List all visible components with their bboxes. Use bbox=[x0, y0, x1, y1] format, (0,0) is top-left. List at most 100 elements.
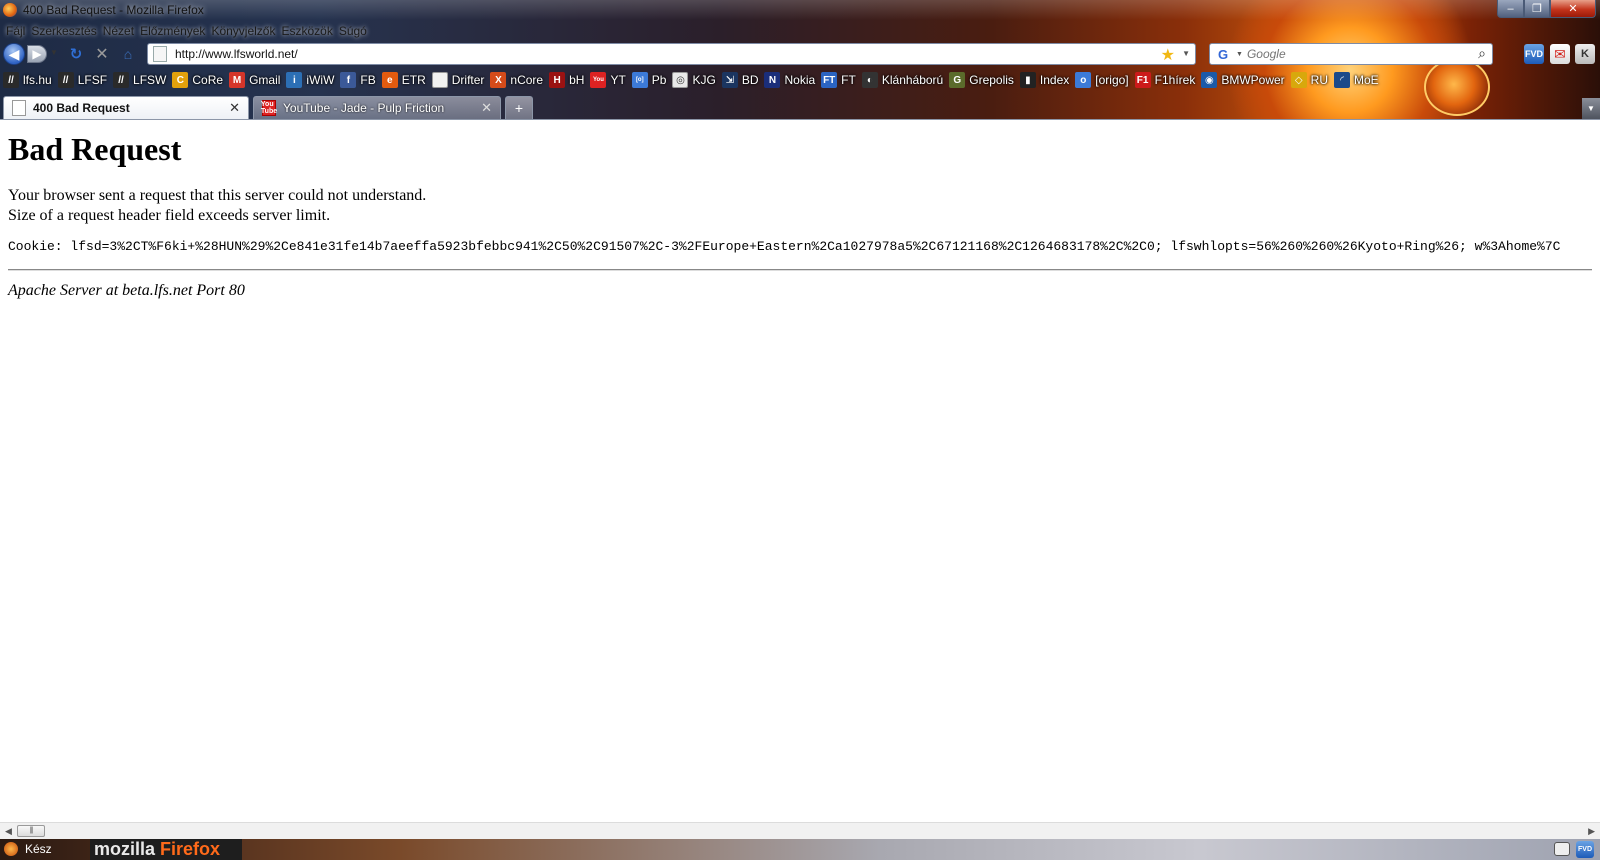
list-all-tabs-icon[interactable]: ▼ bbox=[1582, 98, 1600, 119]
close-window-button[interactable]: ✕ bbox=[1550, 0, 1596, 18]
menu-help[interactable]: Súgó bbox=[339, 24, 367, 38]
bookmark-ft[interactable]: FT FT bbox=[821, 72, 856, 88]
nokia-icon: N bbox=[764, 72, 781, 88]
scroll-left-icon[interactable]: ◀ bbox=[5, 826, 12, 837]
bookmark-label: iWiW bbox=[306, 73, 335, 87]
bookmark-pb[interactable]: [o] Pb bbox=[631, 72, 667, 88]
scrollbar-thumb[interactable]: ||| bbox=[17, 825, 45, 837]
minimize-button[interactable]: – bbox=[1497, 0, 1524, 18]
menu-bookmarks[interactable]: Könyvjelzők bbox=[211, 24, 275, 38]
youtube-icon: You Tube bbox=[260, 100, 278, 116]
menu-history[interactable]: Előzmények bbox=[140, 24, 205, 38]
bookmark-origo[interactable]: o [origo] bbox=[1075, 72, 1129, 88]
horizontal-scrollbar[interactable]: ◀ ||| ▶ bbox=[0, 822, 1600, 839]
maximize-button[interactable]: ❐ bbox=[1524, 0, 1550, 18]
bmw-icon: ◉ bbox=[1201, 72, 1218, 88]
bookmark-label: YT bbox=[610, 73, 626, 87]
bookmark-lfsf[interactable]: //LFSF bbox=[57, 72, 108, 88]
moe-icon: ◜ bbox=[1334, 72, 1351, 88]
bookmark-label: bH bbox=[569, 73, 585, 87]
bookmark-moe[interactable]: ◜ MoE bbox=[1334, 72, 1379, 88]
bookmark-label: CoRe bbox=[192, 73, 224, 87]
k-extension-icon[interactable]: K bbox=[1575, 44, 1595, 64]
lfs-icon: // bbox=[3, 72, 19, 88]
search-magnifier-icon[interactable]: ⌕ bbox=[1478, 45, 1486, 62]
search-bar[interactable]: G ▼ ⌕ bbox=[1209, 43, 1493, 65]
bookmark-label: KJG bbox=[692, 73, 716, 87]
bh-icon: H bbox=[549, 72, 566, 88]
gmail-icon: M bbox=[229, 72, 246, 88]
bookmark-lfs-hu[interactable]: // lfs.hu bbox=[3, 72, 52, 88]
close-tab-icon[interactable]: ✕ bbox=[481, 100, 492, 116]
menu-view[interactable]: Nézet bbox=[103, 24, 134, 38]
fvd-status-icon[interactable]: FVD bbox=[1576, 841, 1594, 858]
youtube-icon: You bbox=[590, 72, 607, 88]
f1-icon: F1 bbox=[1134, 72, 1151, 88]
ru-icon: ◇ bbox=[1290, 72, 1307, 88]
menu-file[interactable]: Fájl bbox=[6, 24, 25, 38]
stop-icon[interactable]: ✕ bbox=[92, 44, 112, 64]
google-engine-icon[interactable]: G bbox=[1210, 44, 1236, 64]
bookmark-etr[interactable]: e ETR bbox=[381, 72, 426, 88]
bookmark-lfsw[interactable]: //LFSW bbox=[113, 72, 166, 88]
menu-edit[interactable]: Szerkesztés bbox=[31, 24, 96, 38]
origo-icon: o bbox=[1075, 72, 1092, 88]
bookmark-core[interactable]: C CoRe bbox=[172, 72, 223, 88]
bookmark-index[interactable]: ▮ Index bbox=[1019, 72, 1069, 88]
title-bar: 400 Bad Request - Mozilla Firefox – ❐ ✕ bbox=[0, 0, 1600, 20]
bookmark-star-icon[interactable]: ★ bbox=[1161, 45, 1175, 65]
server-address: Apache Server at beta.lfs.net Port 80 bbox=[8, 282, 245, 299]
grepolis-icon: G bbox=[949, 72, 966, 88]
bookmark-grepolis[interactable]: G Grepolis bbox=[949, 72, 1014, 88]
bd-icon: ⇲ bbox=[721, 72, 738, 88]
tab-bad-request[interactable]: 400 Bad Request ✕ bbox=[3, 96, 249, 119]
bookmark-label: FB bbox=[360, 73, 376, 87]
scroll-right-icon[interactable]: ▶ bbox=[1588, 826, 1595, 837]
forward-button[interactable]: ▶ bbox=[27, 45, 47, 63]
bookmark-f1h-rek[interactable]: F1 F1hírek bbox=[1134, 72, 1195, 88]
bookmark-label: Pb bbox=[651, 73, 667, 87]
new-tab-button[interactable]: + bbox=[505, 96, 533, 119]
bookmark-label: nCore bbox=[510, 73, 544, 87]
chat-icon[interactable] bbox=[1554, 842, 1570, 856]
bookmark-yt[interactable]: You YT bbox=[590, 72, 626, 88]
etr-icon: e bbox=[381, 72, 398, 88]
close-tab-icon[interactable]: ✕ bbox=[229, 100, 240, 116]
page-icon bbox=[431, 72, 448, 88]
brand-mozilla: mozilla bbox=[94, 839, 156, 859]
search-input[interactable] bbox=[1246, 47, 1467, 61]
bookmark-label: LFSF bbox=[77, 73, 108, 87]
url-history-dropdown-icon[interactable]: ▼ bbox=[1182, 49, 1190, 58]
menu-tools[interactable]: Eszközök bbox=[281, 24, 332, 38]
ft-icon: FT bbox=[821, 72, 838, 88]
back-button[interactable]: ◀ bbox=[3, 43, 25, 65]
url-input[interactable]: http://www.lfsworld.net/ bbox=[175, 47, 298, 61]
bookmark-nokia[interactable]: N Nokia bbox=[764, 72, 815, 88]
bookmark-label: MoE bbox=[1354, 73, 1379, 87]
page-favicon-icon bbox=[153, 46, 167, 62]
bookmark-bmwpower[interactable]: ◉ BMWPower bbox=[1201, 72, 1285, 88]
url-bar[interactable]: http://www.lfsworld.net/ ★ ▼ bbox=[147, 43, 1196, 65]
navigation-toolbar: ◀ ▶ ▼ ↻ ✕ ⌂ http://www.lfsworld.net/ ★ ▼… bbox=[0, 42, 1600, 66]
bookmark-fb[interactable]: f FB bbox=[340, 72, 376, 88]
window-title: 400 Bad Request - Mozilla Firefox bbox=[23, 3, 204, 17]
fvd-downloader-icon[interactable]: FVD bbox=[1524, 44, 1544, 64]
home-icon[interactable]: ⌂ bbox=[118, 44, 138, 64]
bookmark-bd[interactable]: ⇲ BD bbox=[721, 72, 758, 88]
reload-icon[interactable]: ↻ bbox=[66, 44, 86, 64]
bookmark-drifter[interactable]: Drifter bbox=[431, 72, 484, 88]
firefox-app-icon[interactable] bbox=[3, 3, 17, 17]
bookmark-kl-nh-bor[interactable]: ◐ Klánháború bbox=[861, 72, 943, 88]
bookmark-bh[interactable]: HbH bbox=[549, 72, 584, 88]
bookmark-kjg[interactable]: ◎ KJG bbox=[672, 72, 716, 88]
tab-youtube[interactable]: You Tube YouTube - Jade - Pulp Friction … bbox=[253, 96, 501, 119]
mozilla-firefox-logo: mozilla Firefox bbox=[90, 839, 242, 860]
history-dropdown-icon[interactable]: ▼ bbox=[50, 48, 58, 57]
mail-notifier-icon[interactable]: ✉ bbox=[1550, 44, 1570, 64]
index-icon: ▮ bbox=[1019, 72, 1036, 88]
bookmark-iwiw[interactable]: i iWiW bbox=[286, 72, 334, 88]
bookmark-gmail[interactable]: M Gmail bbox=[229, 72, 280, 88]
engine-dropdown-icon[interactable]: ▼ bbox=[1236, 51, 1243, 58]
bookmark-ncore[interactable]: XnCore bbox=[490, 72, 543, 88]
bookmark-ru[interactable]: ◇ RU bbox=[1290, 72, 1328, 88]
